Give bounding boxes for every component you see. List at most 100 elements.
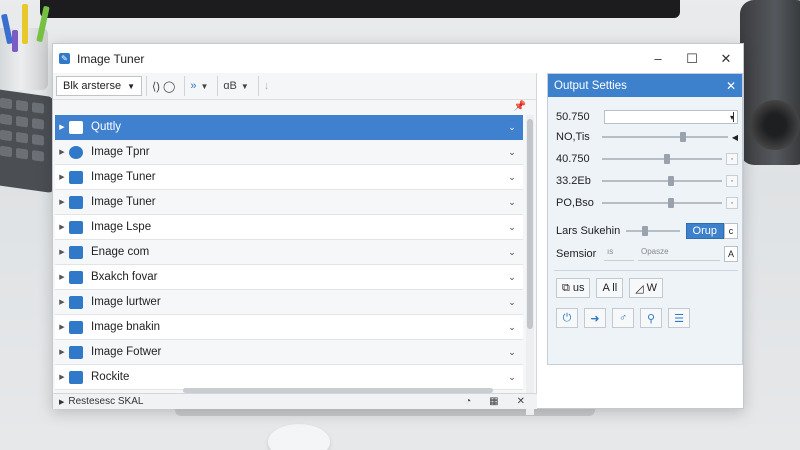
- grid-view-icon[interactable]: ▦: [489, 396, 498, 407]
- expand-arrow-icon[interactable]: ▶: [55, 223, 69, 231]
- toolbar-group-3[interactable]: ɑB ▼: [217, 76, 253, 96]
- expand-arrow-icon[interactable]: ▶: [55, 323, 69, 331]
- power-button[interactable]: ⏻: [556, 308, 578, 328]
- minimize-button[interactable]: –: [641, 44, 675, 73]
- list-item-label: Image Tuner: [91, 171, 156, 183]
- slider-thumb[interactable]: [668, 176, 674, 186]
- lars-button[interactable]: Orup: [685, 223, 724, 239]
- list-item-label: Quttly: [91, 121, 122, 133]
- expand-arrow-icon[interactable]: ▶: [55, 248, 69, 256]
- info-icon[interactable]: ◔: [465, 396, 471, 407]
- param-row-2: 40.750 ◦: [556, 152, 738, 166]
- list-item[interactable]: ▶ Image bnakin ⌄: [55, 315, 523, 340]
- chevron-down-icon[interactable]: ⌄: [501, 297, 523, 308]
- list-item-label: Image bnakin: [91, 321, 161, 333]
- param-4-slider[interactable]: [602, 198, 722, 208]
- param-row-3: 33.2Eb ◦: [556, 174, 738, 188]
- param-2-slider[interactable]: [602, 154, 722, 164]
- param-3-stepper[interactable]: ◦: [726, 175, 738, 187]
- list-item[interactable]: ▶ Rockite ⌄: [55, 365, 523, 390]
- chevron-down-icon[interactable]: ⌄: [501, 247, 523, 258]
- param-3-slider[interactable]: [602, 176, 722, 186]
- arrow-button[interactable]: ➜: [584, 308, 606, 328]
- param-1-slider[interactable]: [602, 132, 728, 142]
- list-item[interactable]: ▶ Image lurtwer ⌄: [55, 290, 523, 315]
- text-all-button[interactable]: A ll: [596, 278, 624, 298]
- image-tuner-window: ✎ Image Tuner – ☐ ✕ Blk arsterse ▼ ⟨) ◯ …: [52, 43, 744, 415]
- chevron-down-icon[interactable]: ⌄: [501, 172, 523, 183]
- maximize-button[interactable]: ☐: [675, 44, 709, 73]
- list-item[interactable]: ▶ Enage com ⌄: [55, 240, 523, 265]
- chevron-down-icon[interactable]: ⌄: [501, 122, 523, 133]
- slider-thumb[interactable]: [664, 154, 671, 164]
- sensor-value[interactable]: ıs: [604, 247, 634, 261]
- chevron-down-icon[interactable]: ⌄: [501, 197, 523, 208]
- list-item[interactable]: ▶ Image Lspe ⌄: [55, 215, 523, 240]
- list-item[interactable]: ▶ Image Fotwer ⌄: [55, 340, 523, 365]
- monitor-icon: [69, 195, 83, 209]
- toolbar-group-2[interactable]: » ▼: [184, 76, 213, 96]
- chevron-down-icon[interactable]: ⌄: [501, 147, 523, 158]
- expand-arrow-icon[interactable]: ▶: [55, 298, 69, 306]
- pin-icon[interactable]: 📌: [514, 101, 526, 112]
- pen-icon: [69, 295, 83, 309]
- param-label: 40.750: [556, 153, 590, 165]
- tilt-button[interactable]: ◿ W: [629, 278, 664, 298]
- vertical-scrollbar[interactable]: [526, 115, 534, 415]
- list-item[interactable]: ▶ Bxakch fovar ⌄: [55, 265, 523, 290]
- copy-icon: ⧉: [562, 281, 570, 294]
- transform-button[interactable]: ♂: [612, 308, 634, 328]
- list-item-label: Rockite: [91, 371, 130, 383]
- chevron-down-icon[interactable]: ⌄: [501, 372, 523, 383]
- copy-button[interactable]: ⧉ us: [556, 278, 591, 298]
- view-select-label: Blk arsterse: [63, 80, 122, 92]
- expand-arrow-icon[interactable]: ▶: [55, 148, 69, 156]
- list-icon: [69, 345, 83, 359]
- sensor-input[interactable]: Opasze: [638, 247, 720, 261]
- chevron-down-icon[interactable]: ⌄: [501, 272, 523, 283]
- triangle-icon: ◀: [731, 132, 738, 142]
- statusbar: ▶ Restesesc SKAL ◔ ▦ ✕: [53, 393, 537, 409]
- close-button[interactable]: ✕: [709, 44, 743, 73]
- expand-arrow-icon[interactable]: ▶: [55, 273, 69, 281]
- list-button[interactable]: ☰: [668, 308, 690, 328]
- list-icon: ☰: [674, 312, 684, 325]
- param-2-stepper[interactable]: ◦: [726, 153, 738, 165]
- expand-arrow-icon[interactable]: ▶: [55, 198, 69, 206]
- gear-icon: [69, 370, 83, 384]
- list-item-label: Image Fotwer: [91, 346, 162, 358]
- slider-thumb[interactable]: [668, 198, 674, 208]
- slider-thumb[interactable]: [680, 132, 687, 142]
- chevron-down-icon[interactable]: ⌄: [501, 222, 523, 233]
- view-select[interactable]: Blk arsterse ▼: [56, 76, 142, 96]
- lars-slider[interactable]: [626, 226, 680, 236]
- output-settings-header: Output Setties ✕: [548, 74, 742, 97]
- toolbar-group-4[interactable]: ↓: [257, 76, 275, 96]
- list-item[interactable]: ▶ Image Tuner ⌄: [55, 190, 523, 215]
- horizontal-scrollbar[interactable]: [183, 388, 493, 393]
- list-item[interactable]: ▶ Image Tpnr ⌄: [55, 140, 523, 165]
- expand-arrow-icon[interactable]: ▶: [55, 348, 69, 356]
- output-settings-panel: Output Setties ✕ 50.750 ▾ NO,Tis ◀ 40.75…: [547, 73, 743, 365]
- sensor-button[interactable]: A: [724, 246, 738, 262]
- param-4-stepper[interactable]: ◦: [726, 197, 738, 209]
- chevron-down-icon[interactable]: ⌄: [501, 322, 523, 333]
- panel-close-icon[interactable]: ✕: [720, 79, 742, 93]
- slider-thumb[interactable]: [642, 226, 649, 236]
- search-button[interactable]: ⚲: [640, 308, 662, 328]
- lars-option-button[interactable]: c: [724, 223, 738, 239]
- mouse: [268, 424, 330, 450]
- list-item-label: Image Tpnr: [91, 146, 150, 158]
- param-0-input[interactable]: ▾: [604, 110, 738, 124]
- toolbar-group-1[interactable]: ⟨) ◯: [146, 76, 180, 96]
- param-row-4: PO,Bso ◦: [556, 196, 738, 210]
- expand-arrow-icon[interactable]: ▶: [55, 173, 69, 181]
- list-item[interactable]: ▶ Quttly ⌄: [55, 115, 523, 140]
- list-item-label: Bxakch fovar: [91, 271, 158, 283]
- chevron-down-icon[interactable]: ⌄: [501, 347, 523, 358]
- expand-arrow-icon[interactable]: ▶: [55, 373, 69, 381]
- list-item[interactable]: ▶ Image Tuner ⌄: [55, 165, 523, 190]
- close-status-icon[interactable]: ✕: [517, 396, 525, 407]
- expand-arrow-icon[interactable]: ▶: [55, 123, 69, 131]
- scrollbar-thumb[interactable]: [527, 119, 533, 329]
